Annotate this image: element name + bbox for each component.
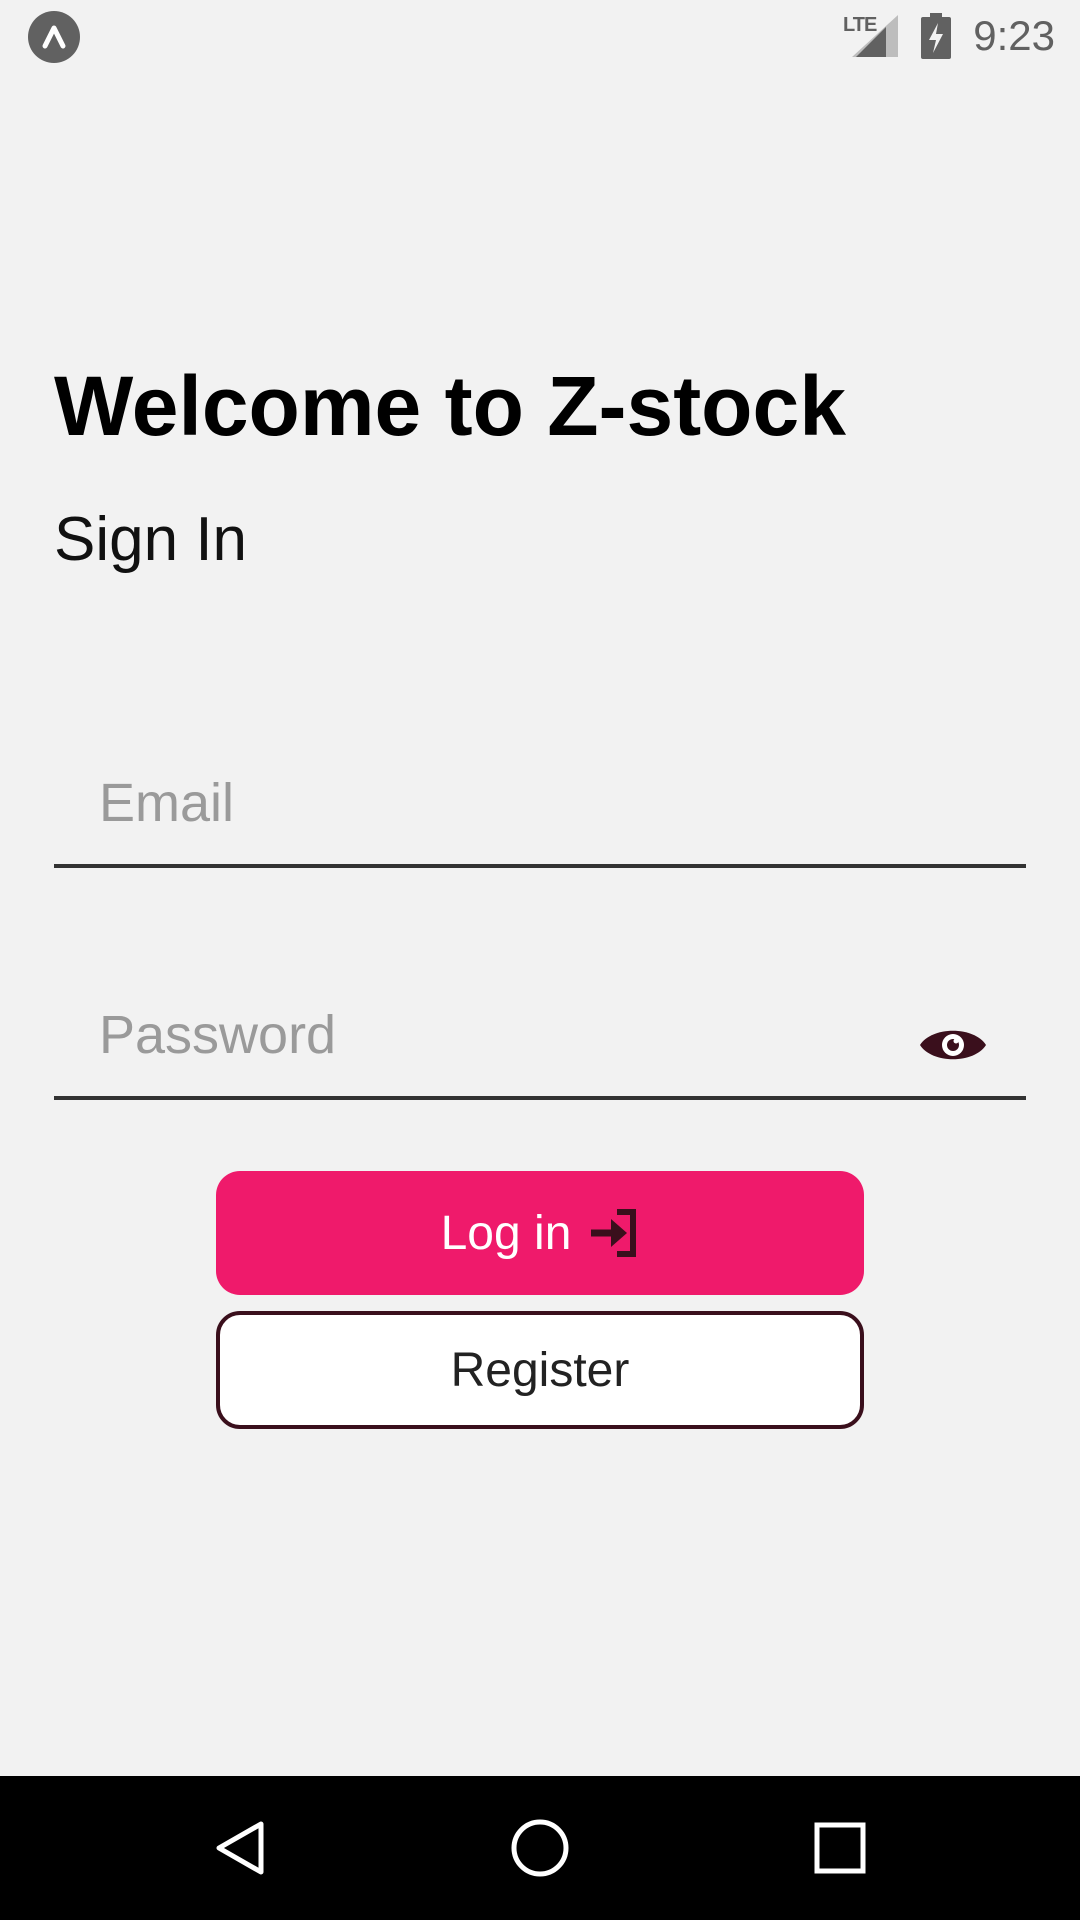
eye-icon[interactable] (918, 1022, 988, 1068)
navigation-bar (0, 1776, 1080, 1920)
login-button-label: Log in (440, 1206, 572, 1260)
recents-square-icon[interactable] (810, 1818, 870, 1878)
battery-charging-icon (921, 13, 951, 59)
home-circle-icon[interactable] (510, 1818, 570, 1878)
password-field (54, 980, 1026, 1100)
back-triangle-icon[interactable] (211, 1818, 271, 1878)
clock: 9:23 (973, 12, 1055, 59)
email-field (54, 748, 1026, 868)
page-subtitle: Sign In (54, 505, 248, 574)
password-input[interactable] (99, 980, 919, 1090)
register-button[interactable]: Register (216, 1311, 864, 1429)
status-bar: LTE 9:23 (0, 0, 1080, 72)
app-badge-icon (28, 11, 80, 63)
login-arrow-icon (591, 1209, 637, 1257)
page-title: Welcome to Z-stock (54, 359, 846, 453)
login-button[interactable]: Log in (216, 1171, 864, 1295)
email-input[interactable] (99, 748, 919, 858)
cell-signal-icon (852, 15, 898, 57)
